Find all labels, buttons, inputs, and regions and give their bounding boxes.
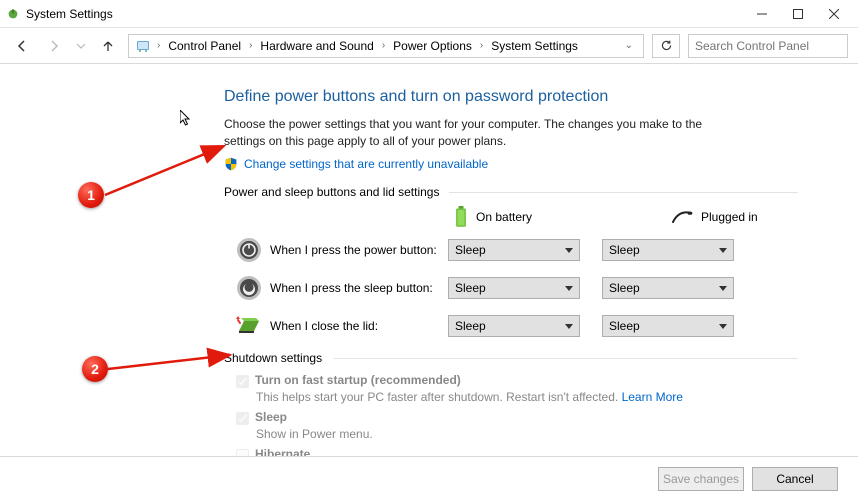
up-button[interactable] <box>96 34 120 58</box>
minimize-button[interactable] <box>744 4 780 24</box>
row-sleep-label: When I press the sleep button: <box>270 281 440 295</box>
search-input[interactable] <box>695 39 841 53</box>
column-battery: On battery <box>454 206 581 228</box>
column-battery-label: On battery <box>476 210 532 224</box>
sleep-desc: Show in Power menu. <box>256 427 798 441</box>
checkbox-sleep[interactable] <box>236 412 249 425</box>
nav-bar: › Control Panel › Hardware and Sound › P… <box>0 28 858 64</box>
checkbox-hibernate[interactable] <box>236 449 249 456</box>
close-button[interactable] <box>816 4 852 24</box>
breadcrumb-system-settings[interactable]: System Settings <box>487 37 582 55</box>
recent-dropdown[interactable] <box>74 34 88 58</box>
section-label-buttons: Power and sleep buttons and lid settings <box>224 185 798 199</box>
content-area: Define power buttons and turn on passwor… <box>0 64 858 500</box>
control-panel-icon <box>135 38 151 54</box>
search-box[interactable] <box>688 34 848 58</box>
row-lid-label: When I close the lid: <box>270 319 440 333</box>
checkbox-sleep-row: Sleep <box>236 410 798 425</box>
combo-power-battery[interactable]: Sleep <box>448 239 580 261</box>
checkbox-fast-startup[interactable] <box>236 375 249 388</box>
power-icon <box>6 7 20 21</box>
address-bar[interactable]: › Control Panel › Hardware and Sound › P… <box>128 34 644 58</box>
row-sleep-button: When I press the sleep button: Sleep Sle… <box>236 275 798 301</box>
column-plugged-label: Plugged in <box>701 210 758 224</box>
plug-icon <box>671 210 693 224</box>
forward-button[interactable] <box>42 34 66 58</box>
change-settings-row: Change settings that are currently unava… <box>224 157 798 171</box>
learn-more-link[interactable]: Learn More <box>622 390 683 404</box>
maximize-button[interactable] <box>780 4 816 24</box>
page-intro: Choose the power settings that you want … <box>224 116 724 151</box>
breadcrumb-hardware-sound[interactable]: Hardware and Sound <box>256 37 377 55</box>
sleep-button-icon <box>236 275 262 301</box>
combo-sleep-battery[interactable]: Sleep <box>448 277 580 299</box>
change-settings-link[interactable]: Change settings that are currently unava… <box>244 157 488 171</box>
cancel-button[interactable]: Cancel <box>752 467 838 491</box>
power-button-icon <box>236 237 262 263</box>
chevron-right-icon: › <box>478 40 485 51</box>
save-button[interactable]: Save changes <box>658 467 744 491</box>
chevron-right-icon: › <box>155 40 162 51</box>
address-dropdown-icon[interactable]: ⌄ <box>619 40 639 51</box>
row-power-label: When I press the power button: <box>270 243 440 257</box>
row-close-lid: When I close the lid: Sleep Sleep <box>236 313 798 339</box>
breadcrumb-control-panel[interactable]: Control Panel <box>164 37 245 55</box>
section-label-shutdown: Shutdown settings <box>224 351 798 365</box>
combo-power-plugged[interactable]: Sleep <box>602 239 734 261</box>
chevron-right-icon: › <box>247 40 254 51</box>
column-plugged: Plugged in <box>671 210 798 224</box>
window-title: System Settings <box>26 7 113 21</box>
refresh-button[interactable] <box>652 34 680 58</box>
footer-bar: Save changes Cancel <box>0 456 858 500</box>
page-body: Define power buttons and turn on passwor… <box>0 64 858 456</box>
lid-icon <box>236 313 262 339</box>
chevron-right-icon: › <box>380 40 387 51</box>
battery-icon <box>454 206 468 228</box>
fast-startup-title: Turn on fast startup (recommended) <box>255 373 461 387</box>
checkbox-hibernate-row: Hibernate <box>236 447 798 456</box>
back-button[interactable] <box>10 34 34 58</box>
breadcrumb-power-options[interactable]: Power Options <box>389 37 476 55</box>
page-title: Define power buttons and turn on passwor… <box>224 88 798 106</box>
combo-lid-plugged[interactable]: Sleep <box>602 315 734 337</box>
hibernate-title: Hibernate <box>255 447 310 456</box>
shield-icon <box>224 157 238 171</box>
combo-lid-battery[interactable]: Sleep <box>448 315 580 337</box>
sleep-title: Sleep <box>255 410 287 424</box>
fast-startup-desc: This helps start your PC faster after sh… <box>256 390 798 404</box>
title-bar: System Settings <box>0 0 858 28</box>
row-power-button: When I press the power button: Sleep Sle… <box>236 237 798 263</box>
shutdown-settings-group: Turn on fast startup (recommended) This … <box>236 373 798 456</box>
combo-sleep-plugged[interactable]: Sleep <box>602 277 734 299</box>
checkbox-fast-startup-row: Turn on fast startup (recommended) <box>236 373 798 388</box>
fast-startup-desc-text: This helps start your PC faster after sh… <box>256 390 622 404</box>
column-headers: On battery Plugged in <box>454 207 798 227</box>
